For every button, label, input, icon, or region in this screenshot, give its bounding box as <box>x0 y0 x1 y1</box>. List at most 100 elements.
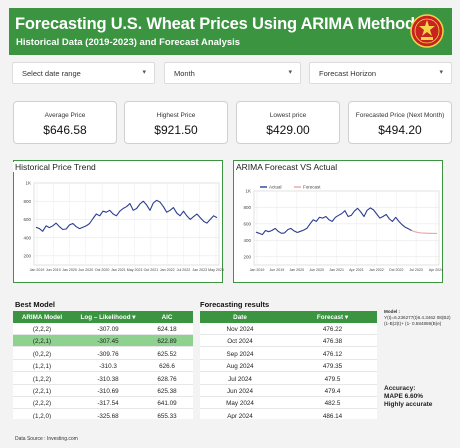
x-tick-label: Oct 2021 <box>144 268 159 272</box>
table-row[interactable]: Oct 2024 476.38 <box>200 335 377 348</box>
month-label: Month <box>174 69 195 78</box>
x-tick-label: Jan 2019 <box>250 268 265 272</box>
table-cell: (1,2,2) <box>32 375 52 383</box>
kpi-label: Highest Price <box>156 112 196 119</box>
x-tick-label: Jun 2020 <box>78 268 93 272</box>
table-row[interactable]: Apr 2024 486.14 <box>200 410 377 419</box>
y-tick-label: 1K <box>245 189 251 194</box>
table-row[interactable]: May 2024 482.5 <box>200 397 377 410</box>
model-equation: Model : Y(t)=6.236277(t)6.4.3462 08(B2) … <box>384 309 456 327</box>
x-tick-label: Jun 2020 <box>309 268 324 272</box>
table-row[interactable]: Jun 2024 479.4 <box>200 385 377 397</box>
table-cell: -325.68 <box>97 412 119 419</box>
page-subtitle: Historical Data (2019-2023) and Forecast… <box>16 37 241 48</box>
table-cell: -310.69 <box>97 388 119 395</box>
x-tick-label: Jul 2023 <box>409 268 423 272</box>
plot-area <box>33 182 220 266</box>
kpi-label: Forecasted Price (Next Month) <box>355 112 445 119</box>
table-cell: 476.22 <box>322 326 343 333</box>
dashboard: Forecasting U.S. Wheat Prices Using ARIM… <box>0 0 460 448</box>
x-tick-label: Jan 2023 <box>192 268 207 272</box>
x-tick-label: Jan 2020 <box>289 268 304 272</box>
table-cell: 476.38 <box>322 338 343 346</box>
historical-price-chart: 1K800600400200Jan 2019 Jun 2019 Jan 2020 Ju… <box>23 181 223 272</box>
table-cell: May 2024 <box>226 400 254 408</box>
table-cell: 625.38 <box>157 388 177 395</box>
table-cell: -307.45 <box>97 338 119 346</box>
x-tick-label: Jan 2022 <box>369 268 384 272</box>
x-tick-label: Jan 2022 <box>160 268 175 272</box>
table-cell: -307.09 <box>97 326 119 333</box>
table-row[interactable]: Nov 2024 476.22 <box>200 323 377 335</box>
x-tick-label: Oct 2020 <box>95 268 110 272</box>
legend-label: Actual <box>269 185 282 190</box>
forecasting-results-table[interactable]: Date Forecast ▾ Nov 2024 476.22 Oct 2024 476.… <box>200 311 377 419</box>
table-row[interactable]: Sep 2024 476.12 <box>200 348 377 360</box>
table-cell: Apr 2024 <box>227 412 253 419</box>
arima-forecast-chart: 1K 800 600 400 200 Jan 2019 Jun 2019 Jan 2020 Ju… <box>243 185 444 272</box>
table-cell: (2,2,1) <box>32 388 52 395</box>
table-header: ARIMA Model Log – Likelihood ▾ AIC <box>13 311 193 323</box>
month-select[interactable]: Month ▾ <box>164 62 301 84</box>
x-tick-label: Jun 2019 <box>46 268 61 272</box>
plot-area <box>253 190 440 266</box>
legend-label: Forecast <box>303 185 321 190</box>
kpi-value: $429.00 <box>266 123 310 137</box>
kpi-value: $921.50 <box>154 123 198 137</box>
table-cell: Jun 2024 <box>227 388 253 395</box>
column-header[interactable]: ARIMA Model <box>13 314 71 321</box>
chevron-down-icon: ▾ <box>288 69 292 76</box>
table-row[interactable]: (1,2,1) -310.3 626.6 <box>13 360 193 373</box>
y-tick-label: 200 <box>243 254 251 259</box>
table-cell: (1,2,0) <box>32 412 52 419</box>
accuracy-label: Accuracy: <box>384 385 416 392</box>
y-tick-label: 400 <box>23 235 31 240</box>
table-row[interactable]: (0,2,2) -309.76 625.52 <box>13 348 193 360</box>
forecast-horizon-select[interactable]: Forecast Horizon ▾ <box>309 62 452 84</box>
x-tick-label: Jul 2022 <box>177 268 191 272</box>
table-row[interactable]: Aug 2024 479.35 <box>200 360 377 373</box>
table-cell: 482.5 <box>324 400 341 408</box>
column-header[interactable]: Forecast ▾ <box>290 314 375 321</box>
table-cell: (2,2,2) <box>32 326 52 333</box>
model-equation-text: Y(t)=6.236277(t)6.4.3462 08(B2) (1-B)2(t… <box>384 315 451 326</box>
column-header[interactable]: Log – Likelihood ▾ <box>73 314 143 321</box>
x-tick-label: Apr 2024 <box>429 268 444 272</box>
table-row[interactable]: (2,2,2) -317.54 641.09 <box>13 397 193 410</box>
x-tick-label: Oct 2022 <box>389 268 404 272</box>
x-tick-label: May 2021 <box>127 268 143 272</box>
table-row[interactable]: (1,2,2) -310.38 628.76 <box>13 373 193 385</box>
kpi-average-price: Average Price $646.58 <box>13 101 117 144</box>
table-cell: (2,2,2) <box>32 400 52 408</box>
column-header[interactable]: AIC <box>141 314 193 321</box>
kpi-value: $646.58 <box>43 123 87 137</box>
x-tick-label: Jan 2021 <box>111 268 126 272</box>
table-cell: -310.38 <box>97 375 119 383</box>
table-row[interactable]: (2,2,2) -307.09 624.18 <box>13 323 193 335</box>
kpi-value: $494.20 <box>378 123 422 137</box>
table-cell: -317.54 <box>97 400 119 408</box>
best-model-title: Best Model <box>15 300 56 309</box>
x-tick-label: Jan 2019 <box>30 268 45 272</box>
table-row[interactable]: (1,2,0) -325.68 655.33 <box>13 410 193 419</box>
date-range-select[interactable]: Select date range ▾ <box>12 62 155 84</box>
kpi-label: Lowest price <box>269 112 307 119</box>
kpi-forecasted-price: Forecasted Price (Next Month) $494.20 <box>348 101 452 144</box>
seal-emblem-icon <box>410 14 444 48</box>
table-cell: 486.14 <box>322 412 343 419</box>
column-header[interactable]: Date <box>200 314 280 321</box>
table-cell: Oct 2024 <box>227 338 253 346</box>
page-title: Forecasting U.S. Wheat Prices Using ARIM… <box>15 15 415 33</box>
table-cell: Sep 2024 <box>226 350 254 358</box>
forecast-horizon-label: Forecast Horizon <box>319 69 377 78</box>
x-tick-label: Jan 2021 <box>329 268 344 272</box>
mape-value: MAPE 6.60% <box>384 393 424 400</box>
table-cell: 624.18 <box>157 326 177 333</box>
table-row[interactable]: (2,2,1) -310.69 625.38 <box>13 385 193 397</box>
table-row[interactable]: Jul 2024 479.5 <box>200 373 377 385</box>
table-cell: 626.6 <box>159 363 175 371</box>
table-cell: Aug 2024 <box>226 363 254 371</box>
table-row[interactable]: (2,2,1) -307.45 622.89 <box>13 335 193 348</box>
table-cell: 622.89 <box>157 338 177 346</box>
table-cell: 625.52 <box>157 350 177 358</box>
